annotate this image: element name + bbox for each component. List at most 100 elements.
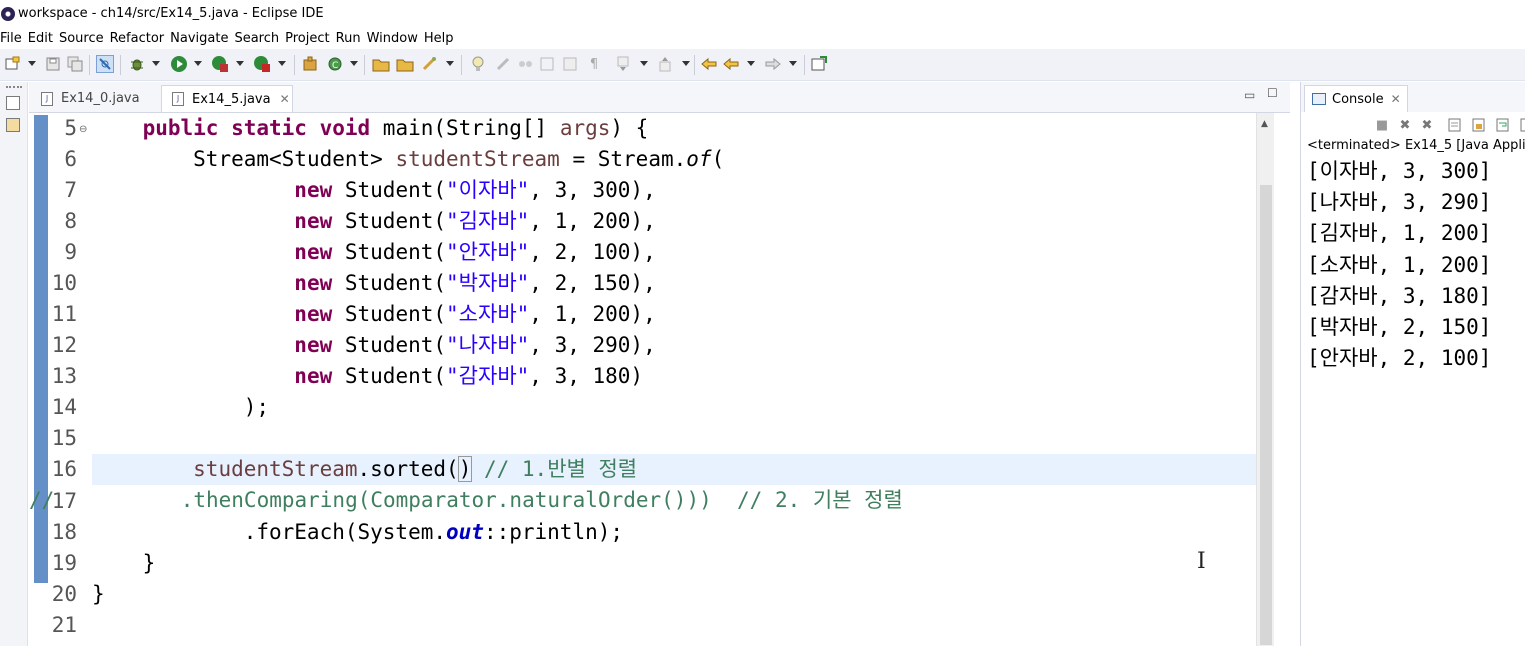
menu-edit[interactable]: Edit [28,31,53,46]
back-icon[interactable] [722,55,740,73]
close-icon[interactable]: ✕ [1391,92,1401,106]
toggle-breadcrumb-icon[interactable] [516,55,534,73]
editor-vertical-scrollbar[interactable]: ▲ [1256,113,1274,646]
remove-launch-icon[interactable]: ✖ [1397,117,1413,133]
restore-icon[interactable] [6,96,20,110]
maximize-icon[interactable]: ☐ [1267,86,1278,100]
forward-icon[interactable] [764,55,782,73]
remove-all-launches-icon[interactable]: ✖ [1419,117,1435,133]
string-literal: "나자바" [446,333,530,357]
menu-source[interactable]: Source [59,31,104,46]
new-class-dropdown-icon[interactable] [350,61,358,66]
word-wrap-icon[interactable] [1495,117,1511,133]
open-type-icon[interactable] [372,55,390,73]
menu-bar: File Edit Source Refactor Navigate Searc… [0,27,1525,49]
menu-project[interactable]: Project [285,31,329,46]
clear-console-icon[interactable] [1447,117,1463,133]
pin-console-icon[interactable] [1517,117,1525,133]
line-number: 14 [51,395,77,419]
string-literal: "박자바" [446,271,530,295]
code-text-span: Stream<Student> [193,147,396,171]
code-text-span: .sorted( [357,457,459,481]
menu-navigate[interactable]: Navigate [170,31,228,46]
menu-window[interactable]: Window [367,31,418,46]
forward-dropdown-icon[interactable] [789,61,797,66]
show-whitespace-icon[interactable] [538,55,556,73]
console-output-line: [김자바, 1, 200] [1307,221,1492,246]
code-text[interactable]: public static void main(String[] args) {… [29,113,1256,646]
trim-handle[interactable] [6,86,22,90]
skip-breakpoints-icon[interactable] [96,55,114,73]
coverage-icon[interactable] [211,55,229,73]
eclipse-logo-icon [1,6,15,21]
terminate-icon[interactable]: ■ [1374,117,1390,133]
scrollbar-thumb[interactable] [1260,185,1272,645]
line-number: 18 [51,520,77,544]
console-icon [1312,93,1326,105]
line-number: 20 [51,582,77,606]
external-tools-icon[interactable] [253,55,271,73]
matching-bracket: ) [457,456,473,482]
console-view: Console ✕ ■ ✖ ✖ <terminated> Ex14_5 [Jav… [1300,82,1525,646]
string-literal: "소자바" [446,302,530,326]
pin-editor-icon[interactable] [810,55,828,73]
menu-refactor[interactable]: Refactor [110,31,165,46]
search-dropdown-icon[interactable] [446,61,454,66]
parameter-name: args [559,116,611,140]
external-tools-dropdown-icon[interactable] [278,61,286,66]
debug-dropdown-icon[interactable] [152,61,160,66]
save-icon[interactable] [44,55,62,73]
console-output-line: [소자바, 1, 200] [1307,252,1492,277]
left-trim-bar [0,82,28,646]
code-line-7: new Student("이자바", 3, 300), [92,175,656,206]
menu-run[interactable]: Run [336,31,361,46]
console-output[interactable]: [이자바, 3, 300] [나자바, 3, 290] [김자바, 1, 200… [1307,156,1525,374]
toggle-mark-occurrences-icon[interactable] [469,55,487,73]
minimize-icon[interactable]: ▭ [1244,88,1255,102]
new-java-package-icon[interactable] [301,55,319,73]
code-text-span: Student( [332,240,447,264]
close-icon[interactable]: ✕ [280,92,290,106]
back-dropdown-icon[interactable] [747,61,755,66]
tab-console[interactable]: Console ✕ [1304,85,1408,112]
line-number: 12 [51,333,77,357]
coverage-dropdown-icon[interactable] [236,61,244,66]
new-java-class-icon[interactable]: C [326,55,344,73]
previous-annotation-icon[interactable] [656,55,674,73]
previous-annotation-dropdown-icon[interactable] [682,61,690,66]
scroll-up-icon[interactable]: ▲ [1261,119,1268,129]
code-text-span: } [92,582,105,606]
paragraph-icon[interactable]: ¶ [585,55,603,73]
code-text-span: ) { [610,116,649,140]
run-icon[interactable] [170,55,188,73]
menu-file[interactable]: File [0,31,22,46]
menu-help[interactable]: Help [424,31,454,46]
run-dropdown-icon[interactable] [194,61,202,66]
fold-collapse-icon[interactable]: ⊖ [79,124,87,135]
line-number: 19 [51,551,77,575]
code-editor[interactable]: 5 ⊖ 6 7 8 9 10 11 12 13 14 15 16 17 18 1… [29,112,1290,646]
block-selection-icon[interactable] [561,55,579,73]
new-dropdown-icon[interactable] [28,61,36,66]
next-annotation-icon[interactable] [614,55,632,73]
console-tab-label: Console [1332,91,1384,107]
open-task-icon[interactable] [396,55,414,73]
package-explorer-icon[interactable] [6,118,20,132]
tab-ex14-0[interactable]: J Ex14_0.java [31,85,159,112]
console-tab-bar: Console ✕ [1301,82,1525,112]
code-text-span: , 1, 200), [529,302,656,326]
code-line-10: new Student("박자바", 2, 150), [92,268,655,299]
console-output-line: [박자바, 2, 150] [1307,314,1492,339]
new-icon[interactable] [3,55,21,73]
line-number: 9 [64,240,77,264]
search-icon[interactable] [421,55,439,73]
debug-icon[interactable] [128,55,146,73]
toggle-highlight-icon[interactable] [494,55,512,73]
save-all-icon[interactable] [66,55,84,73]
menu-search[interactable]: Search [234,31,279,46]
tab-ex14-5[interactable]: J Ex14_5.java ✕ [161,85,293,112]
next-annotation-dropdown-icon[interactable] [640,61,648,66]
scroll-lock-icon[interactable] [1471,117,1487,133]
last-edit-location-icon[interactable] [700,55,718,73]
code-text-span: , 3, 300), [529,178,656,202]
